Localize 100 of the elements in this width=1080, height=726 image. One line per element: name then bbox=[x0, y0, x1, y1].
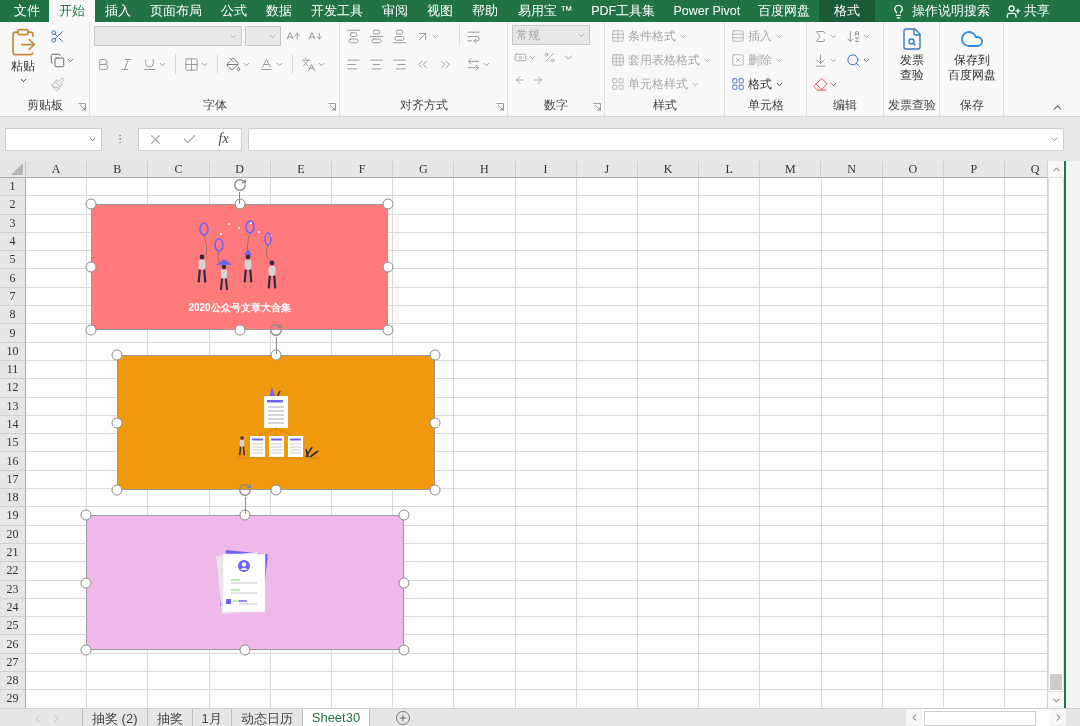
scroll-left-button[interactable] bbox=[906, 709, 922, 725]
ribbon-tab[interactable]: PDF工具集 bbox=[581, 0, 664, 22]
save-to-cloud-button[interactable]: 保存到 百度网盘 bbox=[943, 25, 1000, 85]
column-header[interactable]: Q bbox=[1005, 161, 1048, 178]
select-all-button[interactable] bbox=[0, 161, 26, 178]
ribbon-tab[interactable]: 帮助 bbox=[462, 0, 508, 22]
resize-handle[interactable] bbox=[398, 577, 410, 588]
column-header[interactable]: L bbox=[699, 161, 761, 178]
resize-handle[interactable] bbox=[234, 324, 245, 336]
column-header[interactable]: A bbox=[26, 161, 88, 178]
resize-handle[interactable] bbox=[382, 261, 394, 273]
row-header[interactable]: 28 bbox=[0, 672, 26, 691]
resize-handle[interactable] bbox=[239, 644, 251, 656]
column-header[interactable]: H bbox=[454, 161, 516, 178]
resize-handle[interactable] bbox=[85, 324, 97, 336]
scrollbar-thumb[interactable] bbox=[1050, 674, 1063, 690]
row-header[interactable]: 19 bbox=[0, 507, 26, 526]
row-header[interactable]: 2 bbox=[0, 196, 26, 215]
ribbon-tab[interactable]: 开发工具 bbox=[301, 0, 372, 22]
column-header[interactable]: K bbox=[637, 161, 700, 178]
row-header[interactable]: 18 bbox=[0, 489, 26, 508]
sheet-tab[interactable]: 1月 bbox=[192, 709, 232, 726]
sheet-tab[interactable]: 抽奖 bbox=[147, 709, 193, 726]
scrollbar-thumb[interactable] bbox=[924, 711, 1036, 726]
rotation-handle[interactable] bbox=[269, 323, 283, 354]
resize-handle[interactable] bbox=[429, 349, 441, 361]
resize-handle[interactable] bbox=[85, 198, 97, 210]
column-header[interactable]: E bbox=[270, 161, 332, 178]
row-header[interactable]: 26 bbox=[0, 635, 26, 654]
resize-handle[interactable] bbox=[382, 198, 394, 210]
sheet-tab[interactable]: 抽奖 (2) bbox=[83, 709, 148, 726]
resize-handle[interactable] bbox=[382, 324, 394, 336]
row-header[interactable]: 8 bbox=[0, 306, 26, 325]
resize-handle[interactable] bbox=[239, 509, 251, 521]
font-size-field[interactable] bbox=[245, 26, 281, 46]
resize-handle[interactable] bbox=[398, 509, 410, 521]
ribbon-tab[interactable]: 视图 bbox=[417, 0, 463, 22]
column-header[interactable]: D bbox=[209, 161, 271, 178]
illustration-card[interactable] bbox=[117, 355, 435, 490]
column-header[interactable]: C bbox=[148, 161, 210, 178]
rotation-handle[interactable] bbox=[238, 483, 252, 514]
format-cells-button[interactable]: 格式 bbox=[729, 73, 786, 95]
dialog-launcher-icon[interactable] bbox=[78, 103, 86, 111]
ribbon-tab[interactable]: 开始 bbox=[49, 0, 95, 22]
resize-handle[interactable] bbox=[111, 349, 123, 361]
row-header[interactable]: 9 bbox=[0, 324, 26, 343]
tell-me-search[interactable]: 操作说明搜索 bbox=[883, 0, 999, 22]
ribbon-tab[interactable]: 数据 bbox=[255, 0, 302, 22]
ribbon-tab[interactable]: 百度网盘 bbox=[748, 0, 820, 22]
resize-handle[interactable] bbox=[398, 644, 410, 656]
row-header[interactable]: 12 bbox=[0, 379, 26, 398]
row-header[interactable]: 6 bbox=[0, 269, 26, 288]
ribbon-tab[interactable]: 格式 bbox=[819, 0, 876, 22]
ribbon-tab[interactable]: 易用宝 ™ bbox=[507, 0, 582, 22]
row-header[interactable]: 5 bbox=[0, 251, 26, 270]
sheet-tab[interactable]: Sheet30 bbox=[302, 709, 371, 726]
column-header[interactable]: G bbox=[393, 161, 455, 178]
ribbon-tab[interactable]: 文件 bbox=[4, 0, 50, 22]
resize-handle[interactable] bbox=[270, 484, 282, 496]
rotation-handle[interactable] bbox=[232, 178, 247, 204]
dialog-launcher-icon[interactable] bbox=[496, 103, 504, 111]
paste-button[interactable]: 粘贴 bbox=[4, 25, 42, 87]
sheet-tab[interactable]: 动态日历 bbox=[231, 709, 303, 726]
row-header[interactable]: 16 bbox=[0, 452, 26, 471]
resize-handle[interactable] bbox=[85, 261, 97, 273]
resize-handle[interactable] bbox=[80, 577, 92, 588]
scroll-up-button[interactable] bbox=[1048, 161, 1065, 177]
resize-handle[interactable] bbox=[429, 484, 441, 496]
share-button[interactable]: 共享 bbox=[998, 0, 1080, 22]
column-header[interactable]: B bbox=[87, 161, 149, 178]
resize-handle[interactable] bbox=[429, 417, 441, 428]
ribbon-tab[interactable]: 公式 bbox=[210, 0, 256, 22]
column-header[interactable]: N bbox=[821, 161, 883, 178]
column-header[interactable]: J bbox=[576, 161, 638, 178]
ribbon-tab[interactable]: 审阅 bbox=[371, 0, 418, 22]
invoice-check-button[interactable]: 发票 查验 bbox=[895, 25, 928, 85]
name-box[interactable] bbox=[5, 127, 102, 151]
resize-handle[interactable] bbox=[270, 349, 282, 361]
resize-handle[interactable] bbox=[111, 484, 123, 496]
scroll-down-button[interactable] bbox=[1048, 692, 1065, 708]
font-name-field[interactable] bbox=[94, 26, 242, 46]
resize-handle[interactable] bbox=[111, 417, 123, 428]
resize-handle[interactable] bbox=[80, 644, 92, 656]
ribbon-tab[interactable]: 页面布局 bbox=[139, 0, 211, 22]
dialog-launcher-icon[interactable] bbox=[593, 103, 601, 111]
row-header[interactable]: 15 bbox=[0, 434, 26, 453]
row-header[interactable]: 25 bbox=[0, 617, 26, 636]
illustration-card[interactable] bbox=[86, 515, 404, 650]
row-header[interactable]: 1 bbox=[0, 178, 26, 197]
column-header[interactable]: P bbox=[943, 161, 1005, 178]
insert-function-button[interactable]: fx bbox=[215, 131, 232, 147]
column-header[interactable]: M bbox=[760, 161, 822, 178]
column-header[interactable]: F bbox=[331, 161, 394, 178]
row-header[interactable]: 22 bbox=[0, 562, 26, 581]
column-header[interactable]: O bbox=[882, 161, 944, 178]
formula-input-field[interactable] bbox=[248, 127, 1064, 151]
column-header[interactable]: I bbox=[515, 161, 577, 178]
resize-handle[interactable] bbox=[80, 509, 92, 521]
row-header[interactable]: 29 bbox=[0, 690, 26, 708]
dialog-launcher-icon[interactable] bbox=[328, 103, 336, 111]
